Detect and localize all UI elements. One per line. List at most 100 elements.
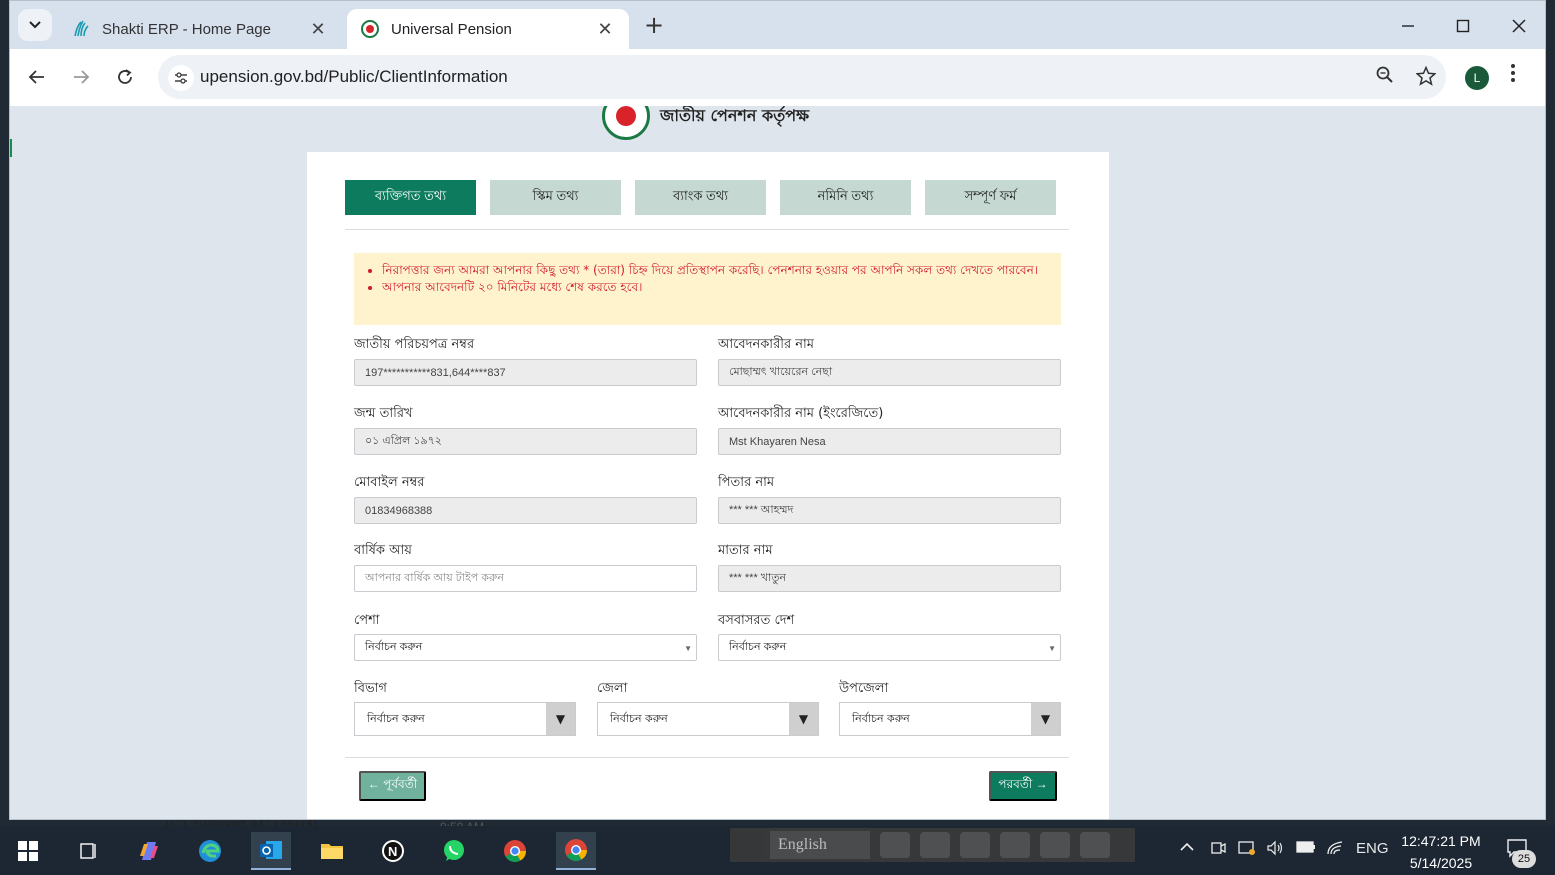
step-scheme-info[interactable]: স্কিম তথ্য	[490, 180, 621, 215]
previous-button[interactable]: ← পূর্ববর্তী	[359, 771, 426, 801]
windows-logo-icon	[18, 841, 38, 861]
task-view-button[interactable]	[68, 832, 108, 870]
browser-menu-button[interactable]	[1510, 63, 1516, 88]
mobile-label: মোবাইল নম্বর	[354, 475, 425, 490]
start-button[interactable]	[8, 832, 48, 870]
ime-close-icon[interactable]	[1080, 832, 1110, 858]
input-language[interactable]: ENG	[1356, 840, 1389, 857]
annual-income-input[interactable]: আপনার বার্ষিক আয় টাইপ করুন	[354, 565, 697, 592]
system-clock[interactable]: 12:47:21 PM 5/14/2025	[1394, 830, 1488, 874]
district-select[interactable]: নির্বাচন করুন ▼	[597, 702, 819, 736]
back-button[interactable]	[22, 62, 52, 92]
divider	[345, 757, 1069, 758]
tab-search-button[interactable]	[18, 9, 52, 41]
agency-name: জাতীয় পেনশন কর্তৃপক্ষ	[660, 106, 810, 125]
chrome-app-active[interactable]	[556, 832, 596, 870]
dropdown-arrow-icon[interactable]: ▼	[789, 703, 818, 735]
client-info-form: ব্যক্তিগত তথ্য স্কিম তথ্য ব্যাংক তথ্য নম…	[307, 152, 1109, 819]
upazila-label: উপজেলা	[839, 681, 889, 696]
bookmark-button[interactable]	[1415, 65, 1437, 91]
step-nominee-info[interactable]: নমিনি তথ্য	[780, 180, 911, 215]
tab-label: Universal Pension	[391, 20, 512, 38]
division-select[interactable]: নির্বাচন করুন ▼	[354, 702, 576, 736]
outlook-app[interactable]	[251, 832, 291, 870]
tab-universal-pension[interactable]: Universal Pension ✕	[347, 9, 629, 49]
tab-label: Shakti ERP - Home Page	[102, 20, 271, 38]
close-tab-icon[interactable]: ✕	[308, 19, 328, 40]
upazila-select[interactable]: নির্বাচন করুন ▼	[839, 702, 1061, 736]
notice-item: নিরাপত্তার জন্য আমরা আপনার কিছু তথ্য * (…	[382, 262, 1047, 278]
country-label: বসবাসরত দেশ	[718, 613, 795, 628]
occupation-label: পেশা	[354, 613, 380, 628]
tab-shakti-erp[interactable]: Shakti ERP - Home Page ✕	[58, 9, 342, 49]
nid-label: জাতীয় পরিচয়পত্র নম্বর	[354, 337, 475, 352]
meet-icon[interactable]	[1210, 840, 1226, 860]
browser-toolbar: upension.gov.bd/Public/ClientInformation…	[10, 49, 1545, 106]
page-viewport: জাতীয় পেনশন কর্তৃপক্ষ ব্যক্তিগত তথ্য স্…	[10, 106, 1545, 819]
tune-icon	[175, 72, 187, 84]
chrome-app[interactable]	[495, 832, 535, 870]
mobile-field[interactable]: 01834968388	[354, 497, 697, 524]
wifi-icon[interactable]	[1326, 840, 1344, 860]
volume-icon[interactable]	[1266, 840, 1284, 860]
select-value: নির্বাচন করুন	[729, 641, 787, 653]
reload-button[interactable]	[110, 62, 140, 92]
close-tab-icon[interactable]: ✕	[595, 19, 615, 40]
step-bank-info[interactable]: ব্যাংক তথ্য	[635, 180, 766, 215]
caret-down-icon: ▼	[1048, 644, 1056, 653]
occupation-select[interactable]: নির্বাচন করুন ▼	[354, 634, 697, 661]
notification-count-badge: 25	[1512, 850, 1536, 868]
district-label: জেলা	[597, 681, 628, 696]
step-complete-form[interactable]: সম্পূর্ণ ফর্ম	[925, 180, 1056, 215]
close-window-button[interactable]	[1497, 9, 1541, 43]
minimize-button[interactable]	[1386, 9, 1430, 43]
profile-avatar[interactable]: L	[1465, 66, 1489, 90]
zoom-icon	[1376, 66, 1393, 83]
dropdown-arrow-icon[interactable]: ▼	[1031, 703, 1060, 735]
form-steps: ব্যক্তিগত তথ্য স্কিম তথ্য ব্যাংক তথ্য নম…	[345, 180, 1056, 215]
network-status-icon[interactable]	[1238, 840, 1256, 860]
mother-name-field[interactable]: *** *** খাতুন	[718, 565, 1061, 592]
url-text[interactable]: upension.gov.bd/Public/ClientInformation	[200, 67, 508, 87]
father-name-label: পিতার নাম	[718, 475, 775, 490]
whatsapp-app[interactable]	[434, 832, 474, 870]
next-button[interactable]: পরবর্তী →	[989, 771, 1057, 801]
ime-help-icon[interactable]	[1040, 832, 1070, 858]
ime-tool-icon[interactable]	[1000, 832, 1030, 858]
applicant-name-label: আবেদনকারীর নাম	[718, 337, 814, 352]
new-tab-button[interactable]: +	[640, 11, 668, 39]
zoom-button[interactable]	[1376, 66, 1394, 89]
divider	[345, 229, 1069, 230]
applicant-name-field[interactable]: মোছাম্মৎ খায়েরেন নেছা	[718, 359, 1061, 386]
taskbar: N English ENG 12:47:21 PM 5/14/2025 25	[0, 826, 1555, 875]
applicant-name-en-field[interactable]: Mst Khayaren Nesa	[718, 428, 1061, 455]
nid-field[interactable]: 197***********831,644****837	[354, 359, 697, 386]
ime-toolbar: English	[730, 828, 1135, 862]
father-name-field[interactable]: *** *** আহম্মদ	[718, 497, 1061, 524]
step-personal-info[interactable]: ব্যক্তিগত তথ্য	[345, 180, 476, 215]
maximize-button[interactable]	[1441, 9, 1485, 43]
n-app[interactable]: N	[373, 832, 413, 870]
ime-tool-icon[interactable]	[880, 832, 910, 858]
ime-tool-icon[interactable]	[960, 832, 990, 858]
ime-language-select[interactable]: English	[770, 831, 870, 859]
chrome-icon	[565, 839, 587, 861]
forward-button[interactable]	[66, 62, 96, 92]
arrow-right-icon	[74, 70, 90, 84]
battery-icon[interactable]	[1296, 840, 1316, 858]
chevron-up-icon[interactable]	[1180, 840, 1194, 858]
copilot-app[interactable]	[129, 832, 169, 870]
ime-tool-icon[interactable]	[920, 832, 950, 858]
dropdown-arrow-icon[interactable]: ▼	[546, 703, 575, 735]
edge-app[interactable]	[190, 832, 230, 870]
dob-field[interactable]: ০১ এপ্রিল ১৯৭২	[354, 428, 697, 455]
svg-text:N: N	[388, 844, 397, 859]
close-icon	[1512, 19, 1526, 33]
caret-down-icon: ▼	[684, 644, 692, 653]
site-info-button[interactable]	[168, 65, 194, 91]
select-value: নির্বাচন করুন	[852, 711, 910, 725]
address-bar[interactable]: upension.gov.bd/Public/ClientInformation	[158, 55, 1446, 99]
file-explorer-app[interactable]	[312, 832, 352, 870]
country-select[interactable]: নির্বাচন করুন ▼	[718, 634, 1061, 661]
select-value: নির্বাচন করুন	[365, 641, 423, 653]
